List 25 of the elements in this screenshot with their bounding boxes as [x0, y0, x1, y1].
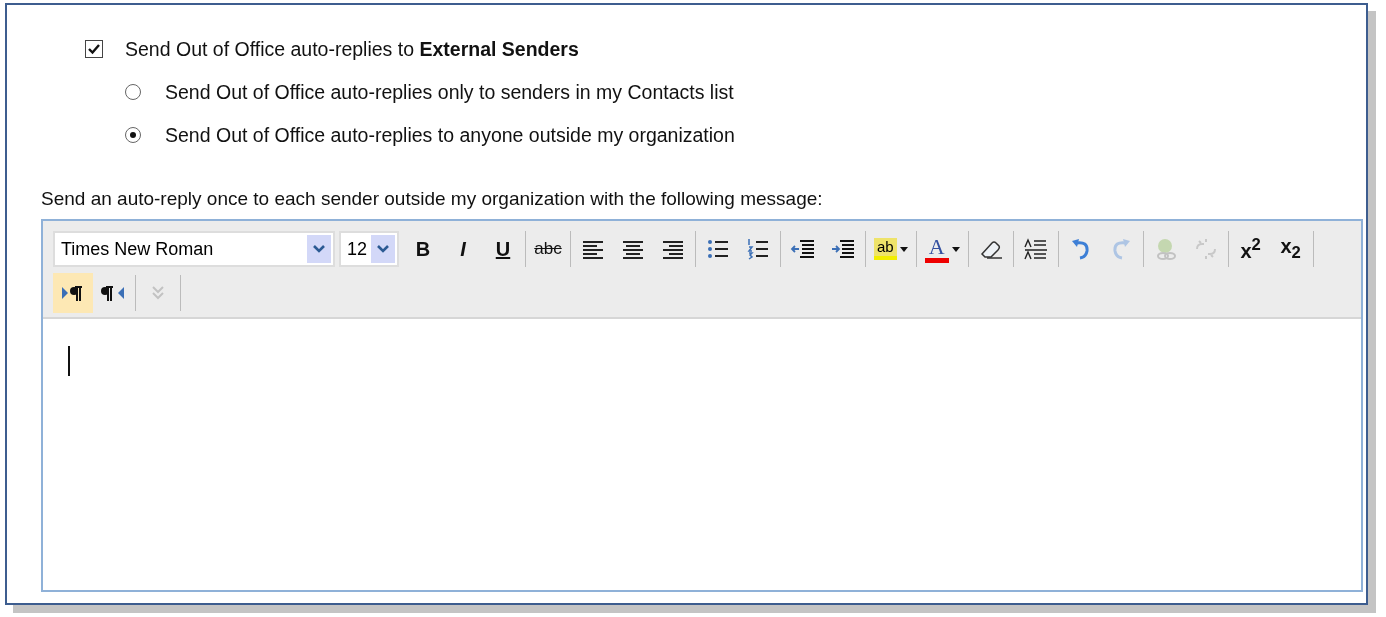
checkbox-label: Send Out of Office auto-replies to External Senders: [125, 37, 579, 61]
numbered-list-icon: [745, 237, 771, 261]
left-to-right-button[interactable]: [53, 273, 93, 313]
underline-button[interactable]: U: [483, 229, 523, 269]
checkbox[interactable]: [85, 40, 103, 58]
strikethrough-button[interactable]: abc: [528, 229, 568, 269]
bold-button[interactable]: B: [403, 229, 443, 269]
indent-icon: [830, 237, 856, 261]
highlight-button[interactable]: ab: [868, 229, 914, 269]
chevron-down-icon[interactable]: [312, 244, 326, 254]
italic-button[interactable]: I: [443, 229, 483, 269]
chevron-down-icon[interactable]: [376, 244, 390, 254]
font-family-dropdown[interactable]: Times New Roman: [53, 231, 335, 267]
radio-label: Send Out of Office auto-replies to anyone outside my organization: [165, 123, 735, 147]
bulleted-list-icon: [705, 237, 731, 261]
superscript-button[interactable]: x$^{2}$: [1230, 229, 1271, 269]
message-label: Send an auto-reply once to each sender outside my organization with the following message:: [41, 188, 824, 210]
caret-icon[interactable]: [951, 246, 960, 252]
subscript-button[interactable]: x$_{2}$: [1270, 229, 1311, 269]
outdent-icon: [790, 237, 816, 261]
radio-label: Send Out of Office auto-replies only to senders in my Contacts list: [165, 80, 734, 104]
line-spacing-icon: [1022, 237, 1049, 261]
font-color-button[interactable]: A: [918, 229, 966, 269]
caret-icon[interactable]: [899, 246, 908, 252]
font-size-dropdown[interactable]: 12: [339, 231, 399, 267]
